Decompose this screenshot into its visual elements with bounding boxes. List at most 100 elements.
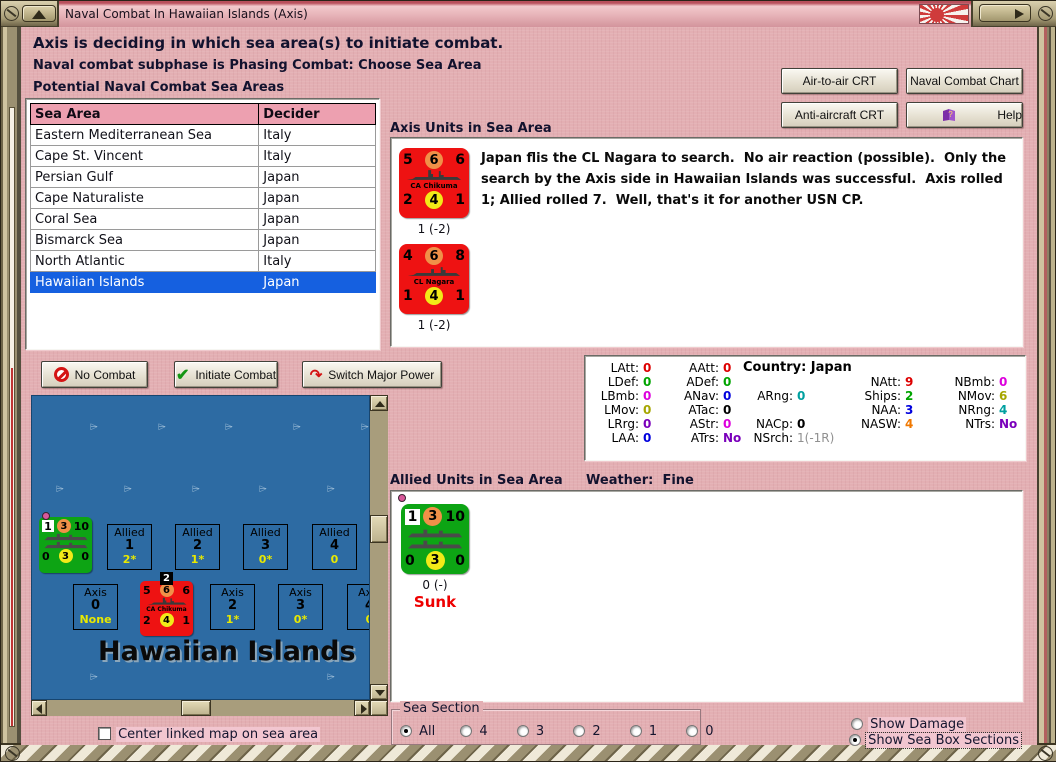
window-title: Naval Combat In Hawaiian Islands (Axis) <box>65 7 308 21</box>
sea-box-axis-2[interactable]: Axis21* <box>210 584 255 630</box>
radio-sea-section-4[interactable]: 4 <box>460 720 489 739</box>
weather-label: Weather: Fine <box>586 473 694 488</box>
radio-show-sea-box-sections[interactable]: Show Sea Box Sections <box>849 729 1021 748</box>
sea-box-allied-1[interactable]: Allied12* <box>107 524 152 570</box>
sea-box-axis-0[interactable]: Axis0None <box>73 584 118 630</box>
move-circle: 4 <box>425 191 443 209</box>
map-viewport[interactable]: ⌲⌲ ⌲⌲ ⌲ ⌲⌲ ⌲⌲ ⌲ ⌲⌲ 1 3 10 <box>31 395 370 700</box>
initiate-combat-button[interactable]: ✔ Initiate Combat <box>174 361 278 388</box>
radio-sea-section-2[interactable]: 2 <box>573 720 602 739</box>
naval-combat-chart-button[interactable]: Naval Combat Chart <box>906 68 1023 94</box>
triangle-up-icon <box>32 10 46 19</box>
radio-sea-section-0[interactable]: 0 <box>686 720 715 739</box>
warship-silhouette-icon <box>405 265 463 278</box>
switch-major-power-button[interactable]: ↷ Switch Major Power <box>302 361 442 388</box>
check-icon: ✔ <box>176 365 189 385</box>
axis-units-label: Axis Units in Sea Area <box>390 121 552 136</box>
checkbox-box[interactable] <box>98 727 111 740</box>
table-row[interactable]: Coral SeaJapan <box>31 209 376 230</box>
scroll-down-button[interactable] <box>370 684 388 700</box>
dialog-content: Axis is deciding in which sea area(s) to… <box>21 27 1037 745</box>
unit-counter-ca-chikuma[interactable]: 5 6 6 CA Chikuma 2 4 1 <box>399 148 469 218</box>
help-button[interactable]: ? Help <box>906 102 1023 128</box>
sea-box-allied-2[interactable]: Allied21* <box>175 524 220 570</box>
status-heading: Axis is deciding in which sea area(s) to… <box>33 34 503 52</box>
map-axis-counter-ca-chikuma[interactable]: 5 6 6 CA Chikuma 2 4 1 <box>140 581 193 636</box>
table-row[interactable]: Cape St. VincentItaly <box>31 146 376 167</box>
counter-name: CL Nagara <box>403 278 465 286</box>
scroll-left-button[interactable] <box>31 700 47 716</box>
counter-status: 0 (-) <box>401 578 469 592</box>
convoy-silhouette-icon <box>406 528 464 539</box>
air-to-air-crt-button[interactable]: Air-to-air CRT <box>781 68 898 94</box>
triangle-right-icon <box>1015 9 1024 19</box>
convoy-silhouette-icon <box>43 533 89 541</box>
table-row[interactable]: Cape NaturalisteJapan <box>31 188 376 209</box>
sea-areas-panel: Sea Area Decider Eastern Mediterranean S… <box>25 98 380 350</box>
counter-status: 1 (-2) <box>399 318 469 332</box>
scrollbar-corner <box>370 700 388 716</box>
map-sea-area-title: Hawaiian Islands <box>98 636 356 667</box>
move-circle: 4 <box>425 287 443 305</box>
counter-status: 1 (-2) <box>399 222 469 236</box>
axis-units-panel: 5 6 6 CA Chikuma 2 4 1 1 (-2) 4 6 <box>390 137 1023 347</box>
stack-badge-icon <box>42 512 50 520</box>
table-row[interactable]: Bismarck SeaJapan <box>31 230 376 251</box>
range-circle: 6 <box>425 151 443 169</box>
checkbox-label: Center linked map on sea area <box>116 727 320 742</box>
rollup-button[interactable] <box>22 5 56 22</box>
horizontal-scroll-thumb[interactable] <box>181 700 211 716</box>
screw-icon <box>4 6 19 21</box>
sea-box-allied-3[interactable]: Allied30* <box>243 524 288 570</box>
scroll-up-button[interactable] <box>370 395 388 411</box>
gauge-decoration <box>9 107 15 727</box>
table-title: Potential Naval Combat Sea Areas <box>33 80 284 95</box>
allied-units-panel: 1 3 10 0 3 0 0 (-) Sunk <box>390 490 1023 702</box>
warship-silhouette-icon <box>144 597 190 606</box>
table-row-selected[interactable]: Hawaiian IslandsJapan <box>31 272 376 293</box>
sea-box-allied-4[interactable]: Allied40 <box>312 524 357 570</box>
sea-section-legend: Sea Section <box>400 701 483 716</box>
scroll-right-button[interactable] <box>354 700 370 716</box>
table-row[interactable]: Persian GulfJapan <box>31 167 376 188</box>
map-vertical-scrollbar[interactable] <box>370 395 388 700</box>
range-circle: 6 <box>425 247 443 265</box>
unit-counter-allied-convoy[interactable]: 1 3 10 0 3 0 <box>401 504 469 574</box>
window-control-button[interactable] <box>979 4 1031 22</box>
counter-name: CA Chikuma <box>403 182 465 190</box>
no-combat-button[interactable]: No Combat <box>41 361 148 388</box>
column-header-decider[interactable]: Decider <box>259 104 376 125</box>
radio-sea-section-1[interactable]: 1 <box>630 720 659 739</box>
map-horizontal-scrollbar[interactable] <box>31 700 370 716</box>
weather-value: Fine <box>662 473 693 488</box>
radio-sea-section-3[interactable]: 3 <box>517 720 546 739</box>
map-allied-counter[interactable]: 1 3 10 0 3 0 <box>39 517 92 573</box>
radio-sea-section-all[interactable]: All <box>400 720 437 739</box>
sea-area-map[interactable]: ⌲⌲ ⌲⌲ ⌲ ⌲⌲ ⌲⌲ ⌲ ⌲⌲ 1 3 10 <box>31 395 388 716</box>
screw-icon <box>1038 6 1053 21</box>
vertical-scroll-thumb[interactable] <box>370 515 388 543</box>
sea-section-group: Sea Section All 4 3 2 1 0 <box>391 709 701 745</box>
center-linked-map-checkbox[interactable]: Center linked map on sea area <box>98 723 320 742</box>
table-header-row: Sea Area Decider <box>31 104 376 125</box>
sea-box-axis-4[interactable]: Axis40 <box>347 584 370 630</box>
combat-narrative: Japan flis the CL Nagara to search. No a… <box>481 148 1019 211</box>
screw-icon <box>5 746 20 761</box>
japan-naval-ensign-icon <box>919 4 969 24</box>
allied-units-label: Allied Units in Sea Area <box>390 473 563 488</box>
anti-aircraft-crt-button[interactable]: Anti-aircraft CRT <box>781 102 898 128</box>
table-row[interactable]: Eastern Mediterranean SeaItaly <box>31 125 376 146</box>
window-frame-left <box>1 27 21 745</box>
unit-counter-cl-nagara[interactable]: 4 6 8 CL Nagara 1 4 1 <box>399 244 469 314</box>
svg-text:?: ? <box>948 110 953 119</box>
column-header-sea-area[interactable]: Sea Area <box>31 104 259 125</box>
book-icon: ? <box>941 108 957 122</box>
sunk-status: Sunk <box>401 593 469 611</box>
convoy-silhouette-icon <box>406 539 464 550</box>
table-row[interactable]: North AtlanticItaly <box>31 251 376 272</box>
sea-box-axis-3[interactable]: Axis30* <box>278 584 323 630</box>
stats-country: Country: Japan <box>743 360 852 375</box>
no-combat-icon <box>54 367 69 382</box>
titlebar: Naval Combat In Hawaiian Islands (Axis) <box>1 1 1056 27</box>
stack-badge-icon <box>398 494 406 502</box>
